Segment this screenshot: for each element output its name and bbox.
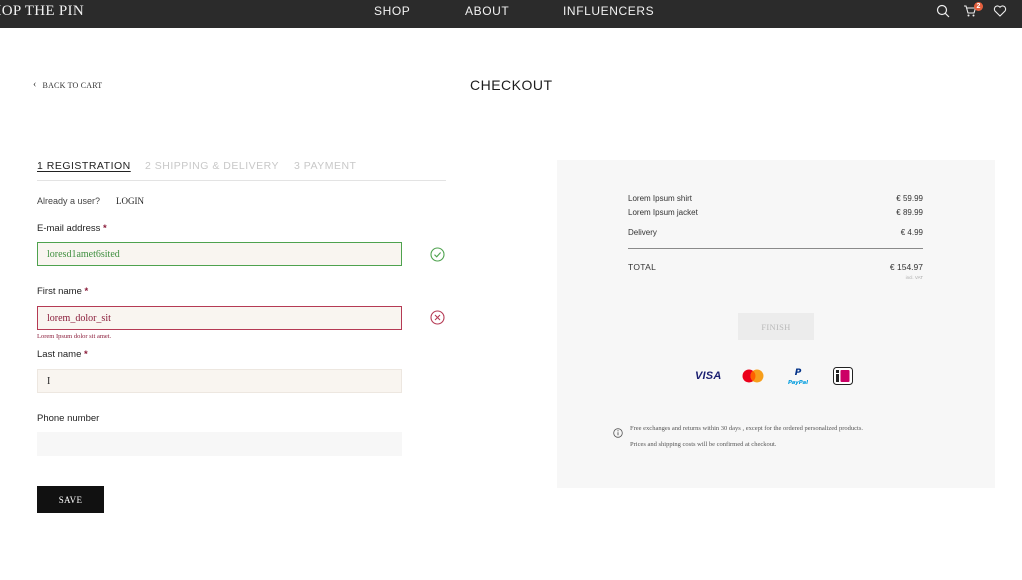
back-to-cart-label: BACK TO CART (42, 80, 103, 90)
check-circle-icon (430, 247, 445, 262)
step-shipping-delivery[interactable]: 2 SHIPPING & DELIVERY (145, 160, 279, 172)
vat-note: incl. VAT (905, 275, 923, 280)
already-user-text: Already a user? (37, 196, 101, 206)
save-button[interactable]: SAVE (37, 486, 104, 513)
required-mark: * (84, 349, 88, 360)
finish-button[interactable]: FINISH (738, 313, 814, 340)
error-circle-icon (430, 310, 445, 325)
paypal-wordmark: PayPal (788, 380, 808, 386)
step-registration[interactable]: 1 REGISTRATION (37, 160, 131, 172)
page-title: CHECKOUT (470, 77, 553, 93)
phone-label: Phone number (37, 413, 100, 424)
total-label: TOTAL (628, 262, 657, 272)
summary-item-amount: € 59.99 (896, 194, 923, 203)
login-link[interactable]: LOGIN (116, 196, 144, 206)
back-to-cart-link[interactable]: ‹ BACK TO CART (33, 80, 102, 90)
phone-field[interactable] (37, 432, 402, 456)
first-name-label: First name * (37, 286, 88, 297)
last-name-label: Last name * (37, 349, 88, 360)
summary-item-label: Lorem Ipsum shirt (628, 194, 693, 203)
first-name-error-message: Lorem Ipsum dolor sit amet. (37, 333, 112, 340)
delivery-label: Delivery (628, 228, 657, 237)
ideal-icon (833, 367, 853, 385)
email-label: E-mail address * (37, 223, 107, 234)
first-name-label-text: First name (37, 286, 82, 297)
summary-item-amount: € 89.99 (896, 208, 923, 217)
nav-influencers[interactable]: INFLUENCERS (563, 4, 654, 18)
paypal-icon: P PayPal (786, 366, 810, 386)
nav-about[interactable]: ABOUT (465, 4, 509, 18)
prices-info-text: Prices and shipping costs will be confir… (630, 441, 777, 448)
chevron-left-icon: ‹ (33, 79, 37, 90)
email-field[interactable] (37, 242, 402, 266)
delivery-amount: € 4.99 (900, 228, 923, 237)
last-name-field[interactable] (37, 369, 402, 393)
cart-count-badge: 2 (974, 2, 983, 11)
step-payment[interactable]: 3 PAYMENT (294, 160, 356, 172)
email-label-text: E-mail address (37, 223, 101, 234)
required-mark: * (103, 223, 107, 234)
nav-shop[interactable]: SHOP (374, 4, 410, 18)
brand-logo[interactable]: SHOP THE PIN (0, 3, 84, 20)
first-name-field[interactable] (37, 306, 402, 330)
required-mark: * (84, 286, 89, 297)
summary-item-label: Lorem Ipsum jacket (628, 208, 698, 217)
mastercard-icon (742, 369, 764, 383)
last-name-label-text: Last name (37, 349, 82, 360)
visa-icon: VISA (695, 370, 722, 382)
total-amount: € 154.97 (889, 262, 923, 272)
order-summary-panel: Lorem Ipsum shirt € 59.99 Lorem Ipsum ja… (557, 160, 995, 488)
info-icon (613, 425, 623, 438)
checkout-steps: 1 REGISTRATION 2 SHIPPING & DELIVERY 3 P… (37, 160, 446, 181)
svg-text:P: P (795, 368, 802, 378)
search-icon[interactable] (936, 4, 954, 22)
top-nav-bar: SHOP THE PIN SHOP ABOUT INFLUENCERS 2 (0, 0, 1022, 28)
summary-divider (628, 248, 923, 249)
returns-info-text: Free exchanges and returns within 30 day… (630, 425, 864, 432)
heart-icon[interactable] (993, 4, 1011, 22)
